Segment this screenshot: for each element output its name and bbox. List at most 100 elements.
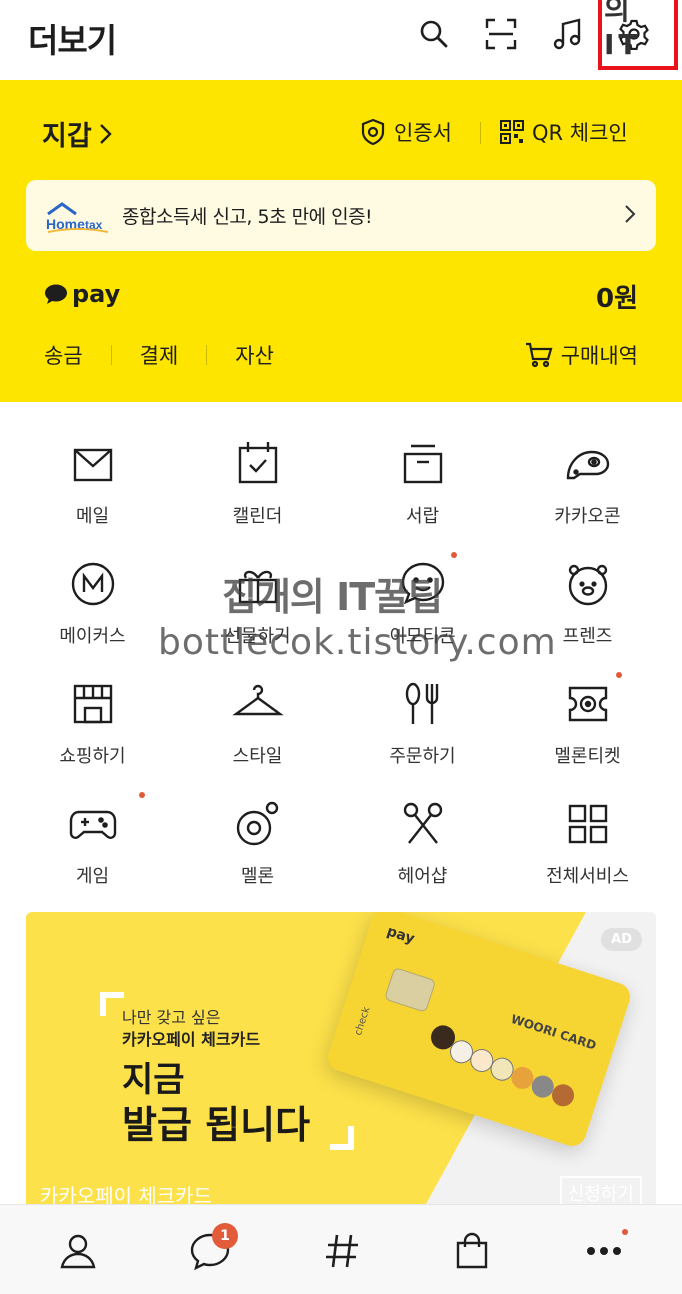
wallet-title: 지갑 (42, 121, 92, 152)
service-drawer[interactable]: 서랍 (340, 430, 505, 550)
chevron-right-icon (624, 204, 636, 224)
qr-checkin-button[interactable]: QR 체크인 (500, 117, 628, 147)
ad-banner[interactable]: AD 나만 갖고 싶은 카카오페이 체크카드 지금 발급 됩니다 pay WOO… (26, 912, 656, 1204)
kakaocon-icon (562, 438, 614, 490)
service-kakaocon[interactable]: 카카오콘 (505, 430, 670, 550)
scan-icon[interactable] (481, 14, 521, 54)
service-all[interactable]: 전체서비스 (505, 790, 670, 910)
top-bar: 더보기 의 IT (0, 0, 682, 80)
kakao-friends-characters (431, 1025, 575, 1107)
service-label: 주문하기 (389, 746, 456, 767)
nav-more[interactable] (582, 1229, 628, 1273)
nav-shopping[interactable] (450, 1229, 494, 1273)
pay-label: pay (72, 280, 121, 308)
bracket-decoration (100, 992, 124, 1016)
hashtag-icon (320, 1229, 364, 1273)
scissors-icon (397, 798, 449, 850)
watermark-url: bottlecok.tistory.com (158, 622, 557, 663)
service-order[interactable]: 주문하기 (340, 670, 505, 790)
ad-subtitle: 나만 갖고 싶은 (122, 1008, 221, 1027)
service-mail[interactable]: 메일 (10, 430, 175, 550)
card-check-label: check (352, 1005, 373, 1037)
pay-menu-assets[interactable]: 자산 (235, 340, 274, 370)
service-label: 메일 (75, 506, 110, 527)
pay-balance[interactable]: 0원 (596, 278, 638, 315)
person-icon (56, 1229, 100, 1273)
chat-unread-badge: 1 (212, 1223, 238, 1249)
calendar-icon (232, 438, 284, 490)
divider (480, 122, 481, 144)
pay-menu: 송금 결제 자산 (44, 340, 274, 370)
nav-view[interactable] (320, 1229, 364, 1273)
service-label: 헤어샵 (397, 866, 448, 887)
ad-headline-2: 발급 됩니다 (122, 1103, 311, 1147)
qr-code-icon (500, 120, 524, 144)
service-label: 전체서비스 (546, 866, 629, 887)
kakaopay-logo[interactable]: pay (44, 280, 120, 308)
mail-icon (67, 438, 119, 490)
shield-icon (360, 118, 386, 146)
fork-knife-icon (397, 678, 449, 730)
divider (206, 345, 208, 365)
service-game[interactable]: 게임 (10, 790, 175, 910)
gamepad-icon (67, 792, 145, 850)
pay-menu-payment[interactable]: 결제 (140, 340, 179, 370)
service-label: 캘린더 (232, 506, 283, 527)
shopping-bag-icon (450, 1229, 494, 1273)
wallet-section: 지갑 인증서 QR 체크인 Home tax 종합소득세 신고, 5초 만에 인… (0, 80, 682, 402)
qr-checkin-label: QR 체크인 (532, 121, 628, 145)
orders-button[interactable]: 구매내역 (525, 340, 638, 370)
service-melon[interactable]: 멜론 (175, 790, 340, 910)
melon-icon (232, 798, 284, 850)
cart-icon (525, 342, 553, 368)
service-label: 게임 (75, 866, 110, 887)
card-pay-logo: pay (384, 923, 417, 948)
service-calendar[interactable]: 캘린더 (175, 430, 340, 550)
notification-dot (138, 792, 145, 798)
service-label: 멜론 (240, 866, 275, 887)
notification-dot (622, 1229, 628, 1235)
music-icon[interactable] (548, 14, 588, 54)
grid-icon (562, 798, 614, 850)
page-title: 더보기 (28, 21, 117, 60)
chevron-right-icon (98, 123, 114, 145)
more-icon (582, 1229, 626, 1273)
service-label: 카카오콘 (554, 506, 621, 527)
speech-bubble-icon (44, 283, 68, 305)
service-label: 멜론티켓 (554, 746, 621, 767)
watermark-top: 의 IT (604, 0, 642, 61)
service-label: 쇼핑하기 (59, 746, 126, 767)
banner-text: 종합소득세 신고, 5초 만에 인증! (122, 206, 373, 228)
search-icon[interactable] (414, 14, 454, 54)
ticket-icon (562, 672, 622, 730)
service-shop[interactable]: 쇼핑하기 (10, 670, 175, 790)
hanger-icon (231, 678, 284, 730)
drawer-icon (397, 438, 449, 490)
service-melon-ticket[interactable]: 멜론티켓 (505, 670, 670, 790)
ad-badge: AD (601, 928, 642, 951)
service-label: 서랍 (405, 506, 440, 527)
bottom-navigation: 1 (0, 1204, 682, 1294)
apply-button[interactable]: 신청하기 (559, 1176, 642, 1204)
service-makers[interactable]: 메이커스 (10, 550, 175, 670)
service-label: 메이커스 (59, 626, 126, 647)
service-label: 스타일 (232, 746, 283, 767)
service-hairshop[interactable]: 헤어샵 (340, 790, 505, 910)
bracket-decoration (330, 1126, 354, 1150)
ad-product: 카카오페이 체크카드 (122, 1030, 261, 1049)
friends-icon (562, 558, 614, 610)
certificate-button[interactable]: 인증서 (360, 117, 452, 147)
divider (110, 345, 112, 365)
notification-dot (615, 672, 622, 678)
shop-icon (67, 678, 119, 730)
watermark-title: 집개의 IT꿀팁 (222, 575, 443, 619)
wallet-title-link[interactable]: 지갑 (42, 114, 114, 153)
nav-friends[interactable] (56, 1229, 100, 1273)
notification-dot (450, 552, 457, 558)
certificate-label: 인증서 (394, 121, 452, 145)
orders-label: 구매내역 (560, 344, 638, 368)
service-style[interactable]: 스타일 (175, 670, 340, 790)
card-chip (383, 966, 437, 1013)
pay-menu-transfer[interactable]: 송금 (44, 340, 83, 370)
hometax-banner[interactable]: Home tax 종합소득세 신고, 5초 만에 인증! (26, 180, 656, 251)
